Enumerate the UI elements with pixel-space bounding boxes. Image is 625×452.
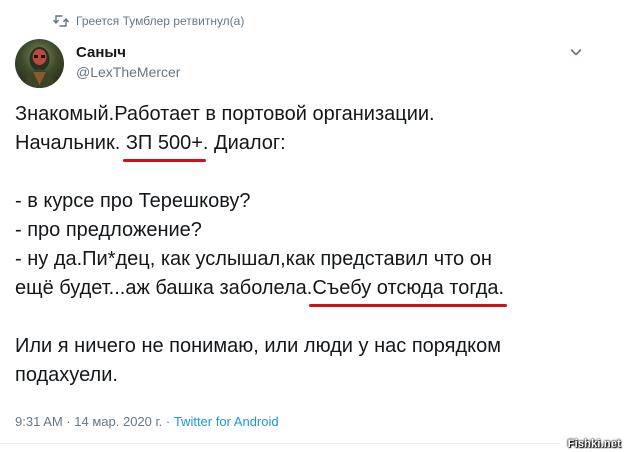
tweet-line: Или я ничего не понимаю, или люди у нас …: [15, 335, 502, 357]
tweet-line: подахуели.: [15, 364, 118, 386]
author-name[interactable]: Саныч: [76, 44, 126, 61]
tweet-text-segment: . Диалог:: [202, 132, 286, 154]
tweet-text-segment: Начальник.: [15, 132, 126, 154]
tweet-text-segment: ещё будет...аж башка заболела.: [15, 277, 313, 299]
highlighted-salary: ЗП 500+: [122, 129, 206, 162]
divider: [0, 443, 560, 444]
retweet-icon: [53, 15, 69, 27]
tweet-line: - ну да.Пи*дец, как услышал,как представ…: [15, 248, 492, 270]
highlighted-phrase: Съебу отсюда тогда.: [309, 274, 507, 307]
tweet-text: Знакомый.Работает в портовой организации…: [15, 100, 610, 390]
tweet-card: Греется Тумблер ретвитнул(а) Саныч @LexT…: [0, 0, 625, 452]
tweet-line: ещё будет...аж башка заболела.Съебу отсю…: [15, 274, 610, 307]
meta-separator: ·: [62, 414, 75, 429]
retweet-text: Греется Тумблер ретвитнул(а): [76, 14, 245, 28]
tweet-source-link[interactable]: Twitter for Android: [174, 414, 279, 429]
tweet-time[interactable]: 9:31 AM: [15, 414, 63, 429]
tweet-line: Знакомый.Работает в портовой организации…: [15, 103, 435, 125]
watermark: Fishki.net: [567, 438, 621, 450]
tweet-meta: 9:31 AM · 14 мар. 2020 г. · Twitter for …: [15, 414, 279, 429]
avatar-image: [23, 47, 56, 88]
chevron-down-icon[interactable]: [568, 44, 584, 60]
tweet-line: Начальник. ЗП 500+. Диалог:: [15, 129, 610, 162]
retweet-context[interactable]: Греется Тумблер ретвитнул(а): [53, 12, 244, 30]
avatar[interactable]: [15, 39, 64, 88]
author-handle[interactable]: @LexTheMercer: [76, 64, 180, 80]
tweet-line: - про предложение?: [15, 219, 202, 241]
tweet-date[interactable]: 14 мар. 2020 г.: [74, 414, 162, 429]
tweet-line: - в курсе про Терешкову?: [15, 190, 251, 212]
meta-separator: ·: [162, 414, 174, 429]
